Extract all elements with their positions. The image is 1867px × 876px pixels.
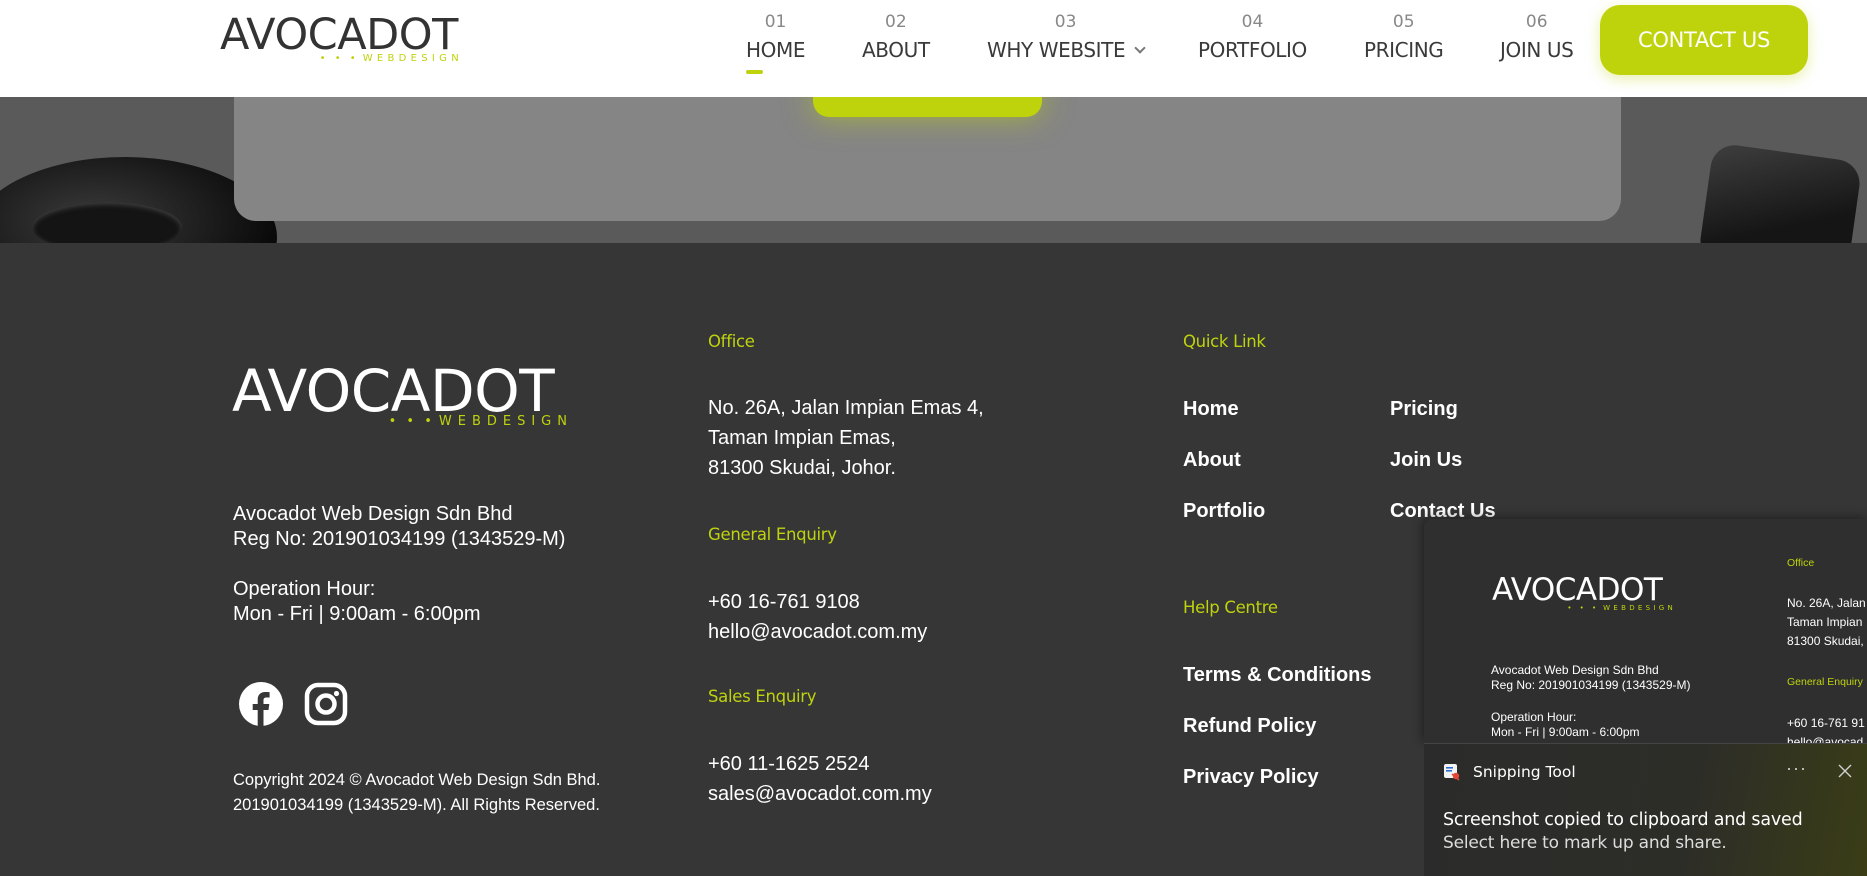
instagram-icon[interactable]	[303, 681, 349, 727]
help-centre-heading: Help Centre	[1183, 598, 1278, 617]
contact-us-button[interactable]: CONTACT US	[1600, 5, 1808, 75]
hero-section	[0, 97, 1867, 243]
quick-link-about[interactable]: About	[1183, 449, 1241, 472]
facebook-icon[interactable]	[238, 681, 284, 727]
decorative-cube	[1697, 142, 1863, 243]
nav-portfolio[interactable]: 04 PORTFOLIO	[1198, 12, 1307, 62]
quick-link-join-us[interactable]: Join Us	[1390, 449, 1462, 472]
footer-logo[interactable]: AVOCADOT • • • WEBDESIGN	[232, 362, 587, 432]
nav-about[interactable]: 02 ABOUT	[862, 12, 930, 62]
sales-enquiry-heading: Sales Enquiry	[708, 687, 817, 706]
close-icon[interactable]	[1836, 762, 1854, 780]
preview-general-heading: General Enquiry	[1787, 676, 1863, 688]
logo-dots: • • •	[388, 414, 435, 429]
sales-phone-link[interactable]: +60 11-1625 2524	[708, 752, 869, 777]
nav-home[interactable]: 01 HOME	[746, 12, 806, 74]
quick-link-portfolio[interactable]: Portfolio	[1183, 500, 1265, 523]
preview-logo: AVOCADOT • • • WEBDESIGN	[1492, 572, 1682, 613]
snipping-tool-icon	[1443, 763, 1461, 781]
nav-label: JOIN US	[1500, 38, 1574, 62]
site-header: AVOCADOT • • • WEBDESIGN 01 HOME 02 ABOUT…	[0, 0, 1867, 97]
chevron-down-icon[interactable]	[1134, 42, 1146, 54]
nav-number: 06	[1525, 12, 1548, 32]
preview-office-line: 81300 Skudai,	[1787, 634, 1864, 648]
copyright-line-1: Copyright 2024 © Avocadot Web Design Sdn…	[233, 771, 601, 789]
cta-card-button[interactable]	[813, 97, 1042, 117]
preview-office-line: Taman Impian	[1787, 615, 1863, 629]
copyright-line-2: 201901034199 (1343529-M). All Rights Res…	[233, 796, 600, 814]
nav-label: HOME	[746, 38, 806, 62]
quick-link-heading: Quick Link	[1183, 332, 1266, 351]
snipping-tool-notification[interactable]: Snipping Tool ··· Screenshot copied to c…	[1424, 743, 1867, 876]
hours-value: Mon - Fri | 9:00am - 6:00pm	[233, 603, 481, 625]
refund-policy-link[interactable]: Refund Policy	[1183, 715, 1316, 738]
preview-email: hello@avocad	[1787, 735, 1864, 743]
nav-label: ABOUT	[862, 38, 930, 62]
nav-number: 04	[1241, 12, 1264, 32]
general-phone-link[interactable]: +60 16-761 9108	[708, 590, 860, 615]
preview-phone: +60 16-761 91	[1787, 716, 1865, 730]
hours-label: Operation Hour:	[233, 578, 376, 600]
screenshot-preview-thumbnail[interactable]: AVOCADOT • • • WEBDESIGN Avocadot Web Des…	[1424, 519, 1867, 743]
nav-number: 02	[885, 12, 907, 32]
toast-subtitle: Select here to mark up and share.	[1443, 833, 1727, 853]
company-reg-no: Reg No: 201901034199 (1343529-M)	[233, 528, 566, 550]
toast-app-name: Snipping Tool	[1473, 763, 1576, 781]
logo-tagline-text: WEBDESIGN	[1603, 604, 1676, 612]
logo-dots: • • •	[1567, 604, 1600, 612]
logo-wordmark: AVOCADOT	[1492, 572, 1663, 608]
nav-number: 03	[1054, 12, 1077, 32]
office-address-line: Taman Impian Emas,	[708, 427, 896, 449]
logo-tagline-text: WEBDESIGN	[438, 414, 573, 429]
preview-office-heading: Office	[1787, 557, 1815, 569]
privacy-policy-link[interactable]: Privacy Policy	[1183, 766, 1319, 789]
preview-company: Avocadot Web Design Sdn Bhd	[1491, 663, 1659, 677]
logo-tagline: • • • WEBDESIGN	[1567, 604, 1676, 612]
preview-reg: Reg No: 201901034199 (1343529-M)	[1491, 678, 1691, 692]
nav-number: 05	[1392, 12, 1415, 32]
nav-pricing[interactable]: 05 PRICING	[1364, 12, 1444, 62]
toast-title: Screenshot copied to clipboard and saved	[1443, 810, 1803, 830]
main-nav: 01 HOME 02 ABOUT 03 WHY WEBSITE 04 PORTF…	[0, 12, 1867, 82]
more-options-icon[interactable]: ···	[1786, 758, 1807, 779]
nav-why-website[interactable]: 03 WHY WEBSITE	[987, 12, 1146, 62]
nav-active-indicator	[746, 70, 763, 74]
preview-office-line: No. 26A, Jalan	[1787, 596, 1866, 610]
ring-hole	[32, 202, 182, 243]
preview-hours: Mon - Fri | 9:00am - 6:00pm	[1491, 725, 1640, 739]
office-address-line: 81300 Skudai, Johor.	[708, 457, 896, 479]
logo-tagline: • • • WEBDESIGN	[389, 414, 573, 429]
nav-label: PRICING	[1364, 38, 1444, 62]
terms-link[interactable]: Terms & Conditions	[1183, 664, 1372, 687]
general-email-link[interactable]: hello@avocadot.com.my	[708, 620, 927, 645]
sales-email-link[interactable]: sales@avocadot.com.my	[708, 782, 932, 807]
office-address-line: No. 26A, Jalan Impian Emas 4,	[708, 397, 984, 419]
quick-link-pricing[interactable]: Pricing	[1390, 398, 1458, 421]
general-enquiry-heading: General Enquiry	[708, 525, 837, 544]
quick-link-home[interactable]: Home	[1183, 398, 1239, 421]
nav-number: 01	[764, 12, 787, 32]
nav-label: PORTFOLIO	[1198, 38, 1307, 62]
office-heading: Office	[708, 332, 755, 351]
nav-join-us[interactable]: 06 JOIN US	[1500, 12, 1574, 62]
preview-hours-label: Operation Hour:	[1491, 710, 1577, 724]
nav-label: WHY WEBSITE	[987, 38, 1126, 62]
company-name: Avocadot Web Design Sdn Bhd	[233, 503, 513, 525]
logo-wordmark: AVOCADOT	[232, 357, 555, 425]
